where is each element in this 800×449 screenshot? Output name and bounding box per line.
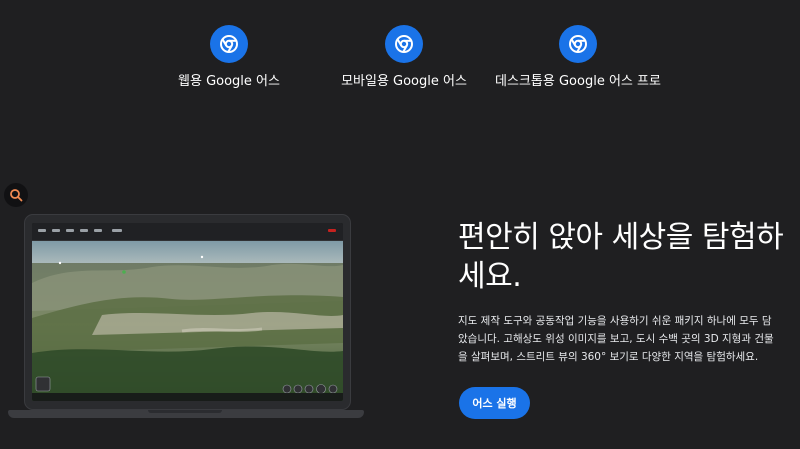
product-label: 웹용 Google 어스 bbox=[178, 74, 280, 89]
product-earth-web[interactable]: 웹용 Google 어스 bbox=[144, 25, 314, 91]
chrome-icon bbox=[385, 25, 423, 63]
product-earth-mobile[interactable]: 모바일용 Google 어스 bbox=[319, 25, 489, 91]
earth-screenshot bbox=[32, 223, 343, 401]
search-button[interactable] bbox=[4, 183, 28, 207]
launch-earth-button[interactable]: 어스 실행 bbox=[459, 387, 530, 419]
product-label: 데스크톱용 Google 어스 프로 bbox=[495, 74, 661, 89]
hero-title: 편안히 앉아 세상을 탐험하세요. bbox=[458, 220, 784, 294]
laptop-notch bbox=[148, 410, 222, 413]
earth-status-bar bbox=[32, 393, 343, 401]
chrome-icon bbox=[559, 25, 597, 63]
product-label: 모바일용 Google 어스 bbox=[341, 74, 467, 89]
product-earth-pro-desktop[interactable]: 데스크톱용 Google 어스 프로 bbox=[493, 25, 663, 91]
hero-description: 지도 제작 도구와 공동작업 기능을 사용하기 쉬운 패키지 하나에 모두 담았… bbox=[458, 315, 774, 363]
laptop-mockup bbox=[8, 214, 364, 424]
laptop-lid bbox=[24, 214, 351, 410]
search-icon bbox=[10, 189, 23, 202]
earth-toolbar bbox=[32, 223, 343, 241]
product-links: 웹용 Google 어스 모바일용 Google 어스 데스크톱용 Google bbox=[0, 0, 800, 120]
chrome-icon bbox=[210, 25, 248, 63]
